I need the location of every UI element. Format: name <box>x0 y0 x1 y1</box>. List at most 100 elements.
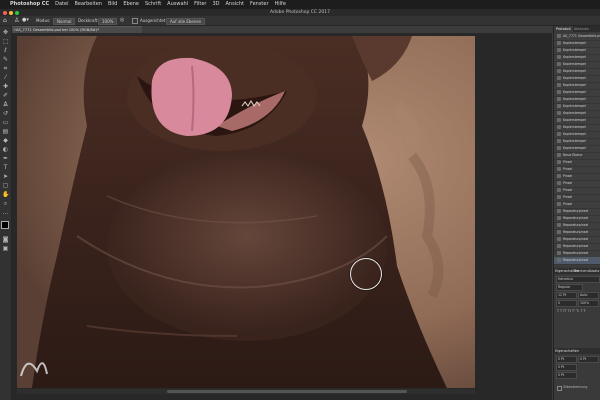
history-item-label: Kopierstempel <box>563 139 586 143</box>
history-list[interactable]: AS_7771 Gesamtbild.psd Kopierstempel Kopie… <box>554 33 600 266</box>
window-title: Adobe Photoshop CC 2017 <box>270 10 330 15</box>
pen-tool-icon[interactable]: ✒ <box>2 155 9 162</box>
history-item-label: Reparaturpinsel <box>563 223 589 227</box>
history-state-icon <box>557 97 561 101</box>
menu-ansicht[interactable]: Ansicht <box>226 0 244 9</box>
brush-tool-icon[interactable]: ✐ <box>2 92 9 99</box>
brush-preset-picker-icon[interactable]: ●▾ <box>22 17 29 24</box>
home-icon[interactable]: ⌂ <box>3 17 7 24</box>
shape-tool-icon[interactable]: ▢ <box>2 182 9 189</box>
text-style-buttons[interactable]: T T TT Tt T¹ T₁ T Ŧ <box>557 309 585 314</box>
history-item[interactable]: Reparaturpinsel <box>554 257 600 265</box>
history-item-label: Reparaturpinsel <box>563 216 589 220</box>
blur-tool-icon[interactable]: ◆ <box>2 137 9 144</box>
zoom-tool-icon[interactable]: ⌕ <box>2 200 9 207</box>
menu-auswahl[interactable]: Auswahl <box>167 0 188 9</box>
paragraph-panel-header: Eigenschaften <box>554 348 600 354</box>
space-after-field[interactable]: 0 Pt <box>556 372 577 379</box>
right-panel: Protokoll Aktionen AS_7771 Gesamtbild.ps… <box>553 26 600 400</box>
brush-cursor <box>350 258 382 290</box>
paragraph-header-label[interactable]: Eigenschaften <box>555 348 579 354</box>
history-state-icon <box>557 202 561 206</box>
menu-datei[interactable]: Datei <box>55 0 68 9</box>
clone-stamp-tool-icon[interactable]: ♙ <box>14 17 19 24</box>
mode-select[interactable]: Normal <box>53 17 76 25</box>
marquee-tool-icon[interactable]: ⬚ <box>2 38 9 45</box>
history-item-label: Reparaturpinsel <box>563 230 589 234</box>
history-item-label: Pinsel <box>563 160 573 164</box>
scale-field[interactable]: 100% <box>578 300 599 307</box>
leading-field[interactable]: Auto <box>578 292 599 299</box>
font-family-select[interactable]: Helvetica <box>556 276 600 283</box>
path-select-tool-icon[interactable]: ➤ <box>2 173 9 180</box>
tab-aktionen[interactable]: Aktionen <box>574 26 589 32</box>
pressure-opacity-icon[interactable]: ◎ <box>120 17 124 24</box>
history-state-icon <box>557 83 561 87</box>
eraser-tool-icon[interactable]: ▭ <box>2 119 9 126</box>
aligned-checkbox[interactable]: Ausgerichtet <box>132 17 165 24</box>
foreground-color-swatch[interactable] <box>1 221 9 229</box>
quick-select-tool-icon[interactable]: ✎ <box>2 56 9 63</box>
healing-brush-tool-icon[interactable]: ✚ <box>2 83 9 90</box>
history-item-label: Kopierstempel <box>563 76 586 80</box>
menu-schrift[interactable]: Schrift <box>145 0 161 9</box>
scrollbar-thumb[interactable] <box>167 390 407 393</box>
tab-absatz[interactable]: Absatz <box>588 268 599 274</box>
type-tool-icon[interactable]: T <box>2 164 9 171</box>
menu-ebene[interactable]: Ebene <box>123 0 139 9</box>
history-item-label: Kopierstempel <box>563 90 586 94</box>
menu-3d[interactable]: 3D <box>212 0 219 9</box>
hyphenation-checkbox[interactable] <box>557 386 562 391</box>
tab-protokoll[interactable]: Protokoll <box>554 26 573 32</box>
tab-zeichen[interactable]: Zeichen <box>574 268 588 274</box>
quick-mask-icon[interactable]: ◙ <box>2 236 9 243</box>
menu-fenster[interactable]: Fenster <box>250 0 269 9</box>
menu-bearbeiten[interactable]: Bearbeiten <box>74 0 101 9</box>
clone-stamp-tool-icon-selected[interactable]: ♙ <box>2 101 9 108</box>
history-item-label: Kopierstempel <box>563 111 586 115</box>
menu-bild[interactable]: Bild <box>108 0 117 9</box>
menu-hilfe[interactable]: Hilfe <box>275 0 286 9</box>
history-brush-tool-icon[interactable]: ↺ <box>2 110 9 117</box>
gradient-tool-icon[interactable]: ▤ <box>2 128 9 135</box>
space-before-field[interactable]: 0 Pt <box>556 364 577 371</box>
window-title-bar: Adobe Photoshop CC 2017 <box>0 9 600 16</box>
menu-filter[interactable]: Filter <box>194 0 206 9</box>
history-state-icon <box>557 258 561 262</box>
history-state-icon <box>557 90 561 94</box>
history-item-label: Kopierstempel <box>563 83 586 87</box>
opacity-field[interactable]: 100% <box>98 17 118 25</box>
history-item-label: Kopierstempel <box>563 118 586 122</box>
font-style-select[interactable]: Regular <box>556 284 583 291</box>
document-tab[interactable]: × AS_7771 Gesamtbild.psd bei 100% (RGB/8… <box>12 26 142 33</box>
history-state-icon <box>557 55 561 59</box>
menu-photoshop[interactable]: Photoshop CC <box>10 0 49 9</box>
history-state-icon <box>557 195 561 199</box>
sample-all-layers-button[interactable]: Auf alle Ebenen <box>166 17 206 25</box>
hand-tool-icon[interactable]: ✋ <box>2 191 9 198</box>
dodge-tool-icon[interactable]: ◐ <box>2 146 9 153</box>
screen-mode-icon[interactable]: ▣ <box>2 245 9 252</box>
history-state-icon <box>557 111 561 115</box>
history-state-icon <box>557 167 561 171</box>
history-item-label: Pinsel <box>563 174 573 178</box>
lasso-tool-icon[interactable]: ℓ <box>2 47 9 54</box>
horizontal-scrollbar[interactable] <box>17 389 475 394</box>
more-tools-icon[interactable]: … <box>2 209 9 216</box>
indent-right-field[interactable]: 0 Pt <box>578 356 599 363</box>
history-panel-tabs: Protokoll Aktionen <box>554 26 600 32</box>
eyedropper-tool-icon[interactable]: ⁄ <box>2 74 9 81</box>
history-state-icon <box>557 118 561 122</box>
history-item-label: Kopierstempel <box>563 48 586 52</box>
tracking-field[interactable]: 0 <box>556 300 577 307</box>
dog-photo[interactable] <box>17 36 475 388</box>
history-item-label: Reparaturpinsel <box>563 244 589 248</box>
indent-left-field[interactable]: 0 Pt <box>556 356 577 363</box>
history-item-label: Pinsel <box>563 195 573 199</box>
move-tool-icon[interactable]: ✥ <box>2 29 9 36</box>
crop-tool-icon[interactable]: ⌗ <box>2 65 9 72</box>
history-state-icon <box>557 125 561 129</box>
font-size-field[interactable]: 12 Pt <box>556 292 577 299</box>
history-item-label: Reparaturpinsel <box>563 209 589 213</box>
history-item-label: Kopierstempel <box>563 41 586 45</box>
